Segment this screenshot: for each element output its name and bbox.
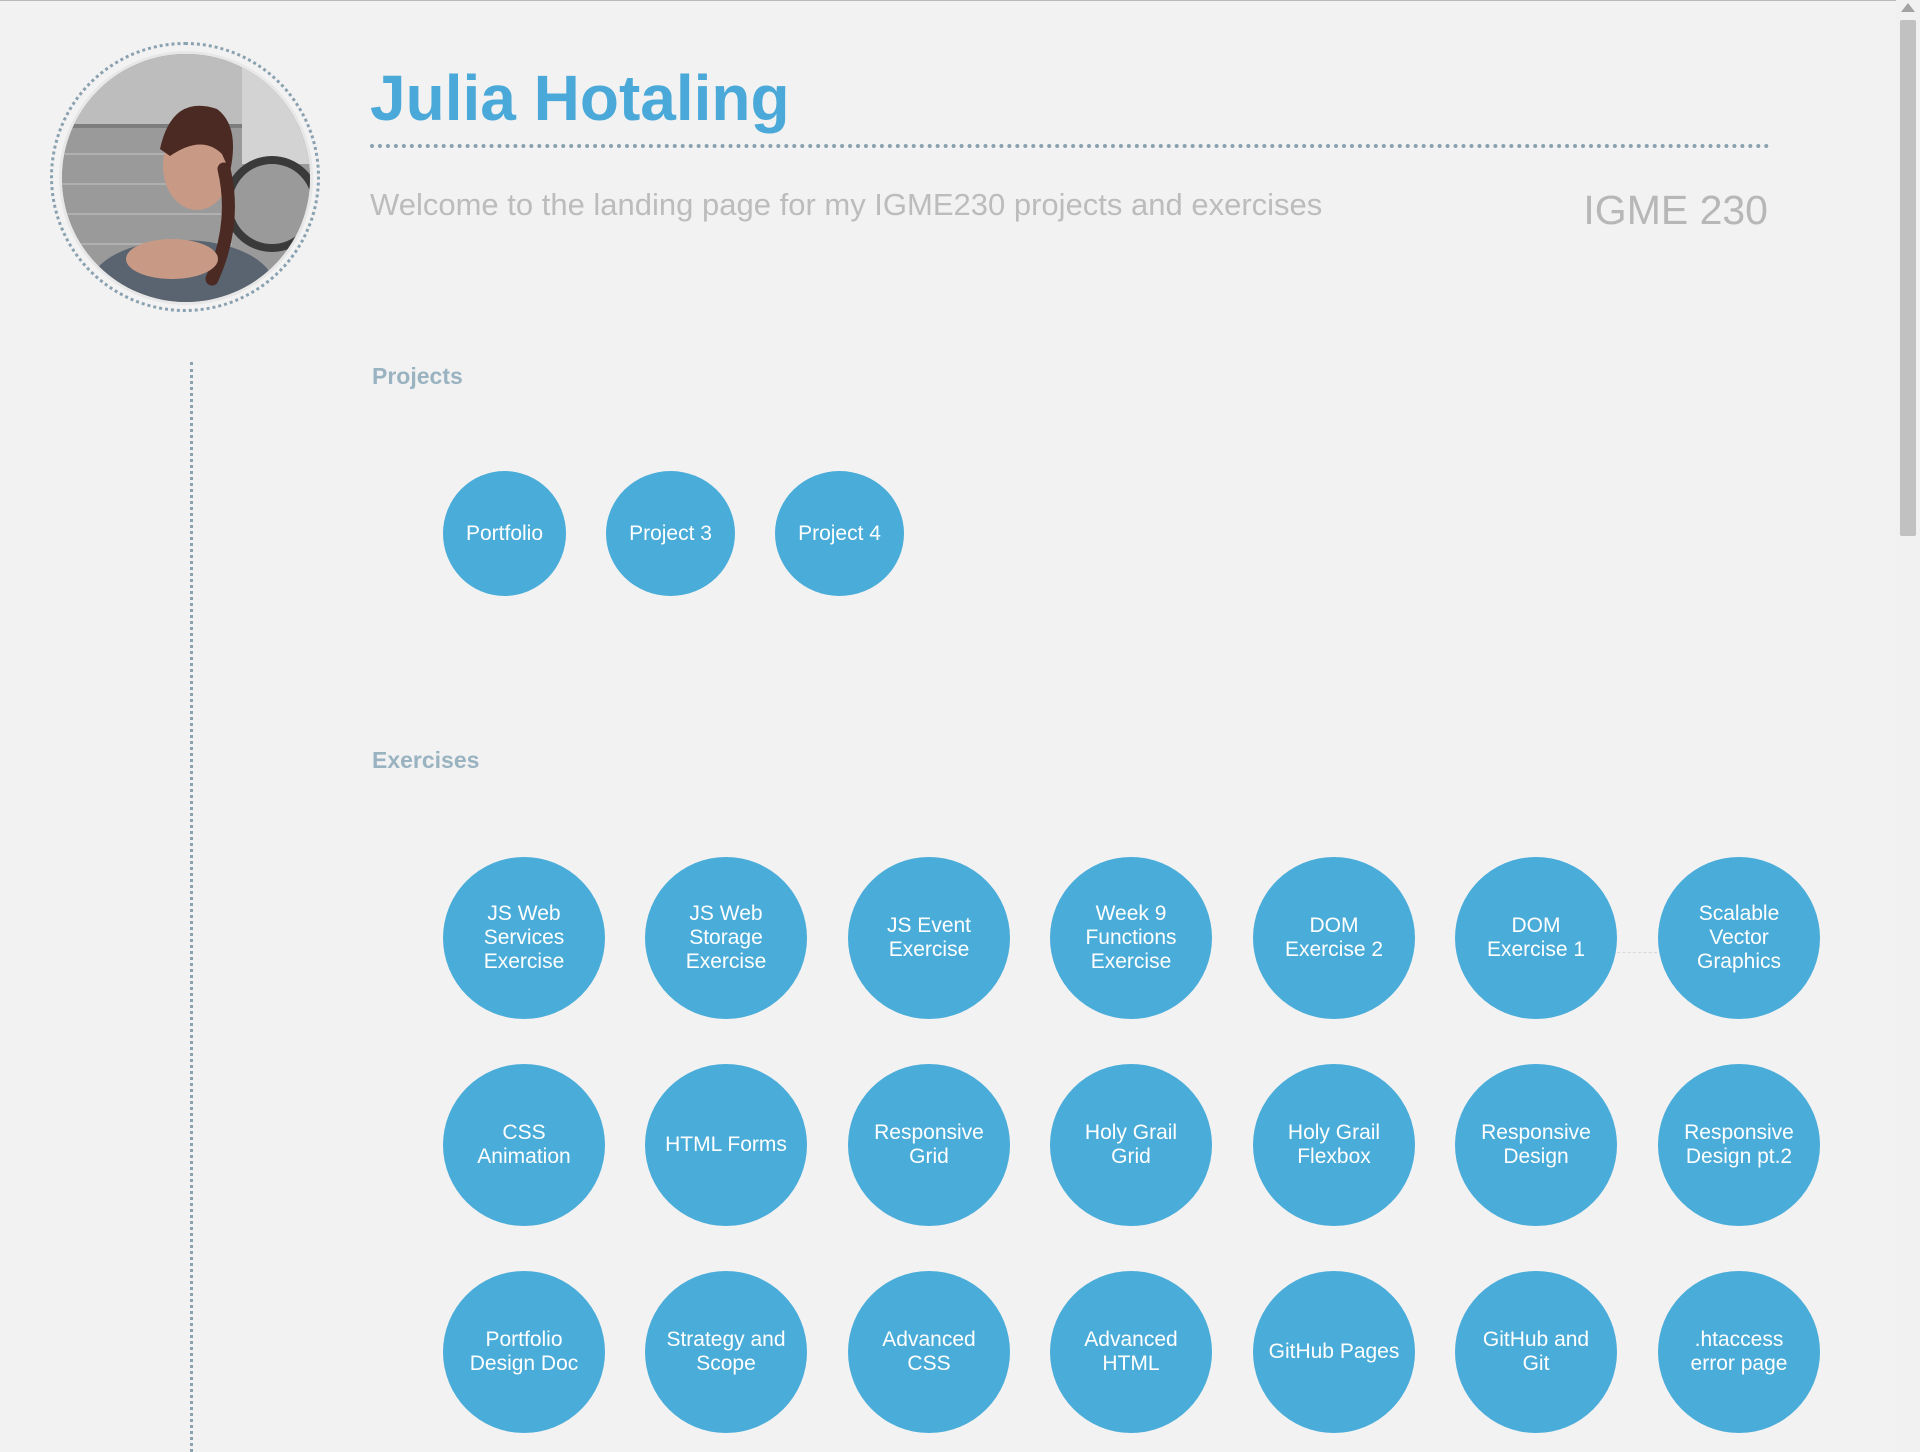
exercise-responsive-grid-link[interactable]: Responsive Grid <box>848 1064 1010 1226</box>
exercise-css-animation-link[interactable]: CSS Animation <box>443 1064 605 1226</box>
exercise-dom-1-link[interactable]: DOM Exercise 1 <box>1455 857 1617 1019</box>
page-title: Julia Hotaling <box>370 62 790 134</box>
scroll-up-arrow-icon[interactable] <box>1901 3 1915 12</box>
connector-line <box>1617 952 1657 953</box>
project-4-link[interactable]: Project 4 <box>775 471 904 596</box>
exercise-portfolio-design-doc-link[interactable]: Portfolio Design Doc <box>443 1271 605 1433</box>
exercise-htaccess-link[interactable]: .htaccess error page <box>1658 1271 1820 1433</box>
timeline-line <box>190 362 193 1452</box>
top-border <box>0 0 1920 1</box>
projects-heading: Projects <box>372 363 463 389</box>
exercises-heading: Exercises <box>372 747 480 773</box>
project-3-link[interactable]: Project 3 <box>606 471 735 596</box>
exercise-html-forms-link[interactable]: HTML Forms <box>645 1064 807 1226</box>
title-divider <box>370 144 1770 148</box>
exercise-svg-link[interactable]: Scalable Vector Graphics <box>1658 857 1820 1019</box>
exercise-js-event-link[interactable]: JS Event Exercise <box>848 857 1010 1019</box>
exercise-js-web-storage-link[interactable]: JS Web Storage Exercise <box>645 857 807 1019</box>
course-code: IGME 230 <box>1583 187 1768 233</box>
profile-photo-icon <box>62 54 310 302</box>
exercise-advanced-html-link[interactable]: Advanced HTML <box>1050 1271 1212 1433</box>
exercise-github-pages-link[interactable]: GitHub Pages <box>1253 1271 1415 1433</box>
scrollbar[interactable] <box>1896 0 1920 1452</box>
exercise-github-git-link[interactable]: GitHub and Git <box>1455 1271 1617 1433</box>
avatar <box>62 54 310 302</box>
exercise-advanced-css-link[interactable]: Advanced CSS <box>848 1271 1010 1433</box>
exercise-dom-2-link[interactable]: DOM Exercise 2 <box>1253 857 1415 1019</box>
scrollbar-thumb[interactable] <box>1900 20 1916 536</box>
exercise-js-web-services-link[interactable]: JS Web Services Exercise <box>443 857 605 1019</box>
exercise-responsive-design-link[interactable]: Responsive Design <box>1455 1064 1617 1226</box>
exercise-holy-grail-flexbox-link[interactable]: Holy Grail Flexbox <box>1253 1064 1415 1226</box>
exercise-week9-functions-link[interactable]: Week 9 Functions Exercise <box>1050 857 1212 1019</box>
page-subtitle: Welcome to the landing page for my IGME2… <box>370 187 1323 222</box>
project-portfolio-link[interactable]: Portfolio <box>443 471 566 596</box>
exercise-responsive-design-2-link[interactable]: Responsive Design pt.2 <box>1658 1064 1820 1226</box>
exercise-holy-grail-grid-link[interactable]: Holy Grail Grid <box>1050 1064 1212 1226</box>
exercise-strategy-scope-link[interactable]: Strategy and Scope <box>645 1271 807 1433</box>
